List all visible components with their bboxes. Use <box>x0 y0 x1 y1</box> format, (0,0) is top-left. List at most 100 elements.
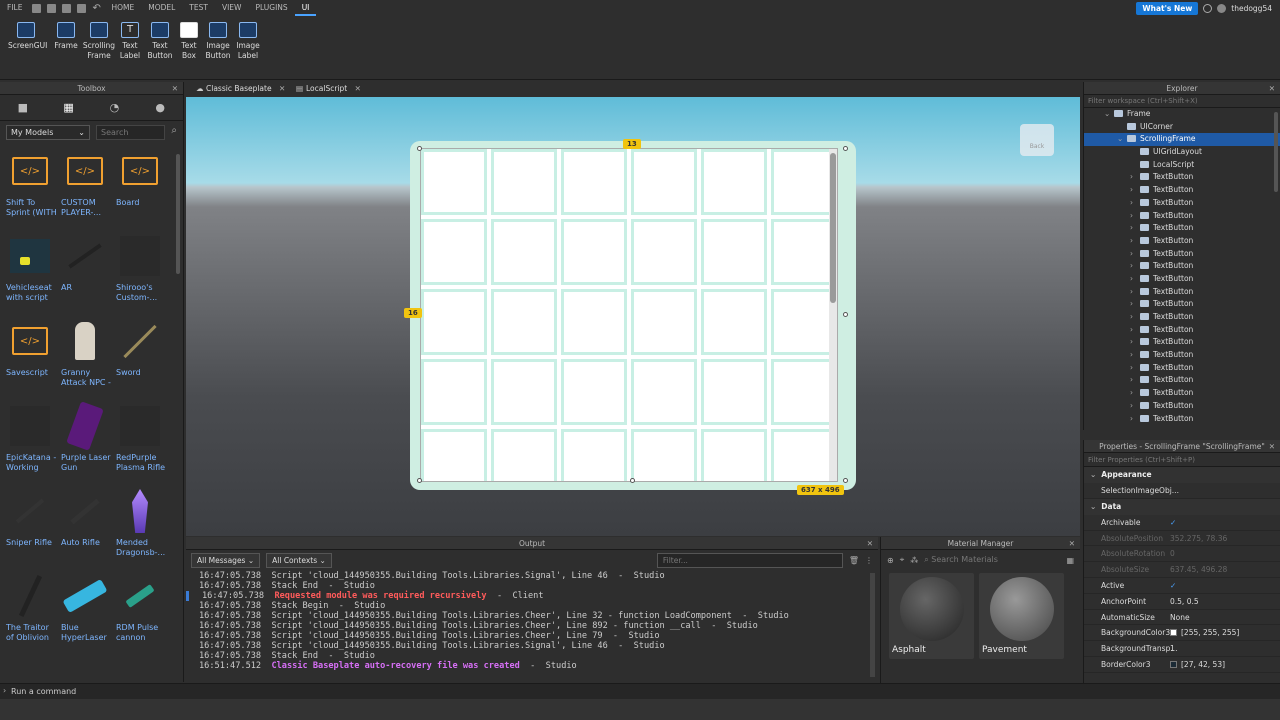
resize-handle-bl[interactable] <box>417 478 422 483</box>
property-row[interactable]: Active ✓ <box>1084 578 1280 594</box>
property-category[interactable]: ⌄ Data <box>1084 498 1280 515</box>
chevron-right-icon[interactable]: › <box>1130 336 1133 349</box>
property-value[interactable]: None <box>1170 610 1280 625</box>
save-icon[interactable] <box>62 3 72 13</box>
material-pavement[interactable]: Pavement <box>979 573 1064 659</box>
menu-test[interactable]: TEST <box>182 0 215 16</box>
property-category[interactable]: ⌄ Appearance <box>1084 467 1280 483</box>
explorer-node[interactable]: › TextButton <box>1084 349 1280 362</box>
marketplace-tab[interactable]: ▦ <box>49 98 89 118</box>
grid-text-button[interactable] <box>421 149 487 215</box>
grid-text-button[interactable] <box>771 289 837 355</box>
explorer-node[interactable]: LocalScript <box>1084 159 1280 172</box>
inventory-tab[interactable]: ■ <box>3 98 43 118</box>
grid-text-button[interactable] <box>771 359 837 425</box>
recent-tab[interactable]: ◔ <box>94 98 134 118</box>
explorer-node[interactable]: › TextButton <box>1084 362 1280 375</box>
explorer-node[interactable]: › TextButton <box>1084 387 1280 400</box>
explorer-node[interactable]: › TextButton <box>1084 184 1280 197</box>
grid-text-button[interactable] <box>631 219 697 285</box>
image-label-button[interactable]: Image Label <box>234 22 262 61</box>
chevron-right-icon[interactable]: › <box>1130 400 1133 413</box>
explorer-node[interactable]: › TextButton <box>1084 171 1280 184</box>
explorer-node[interactable]: › TextButton <box>1084 400 1280 413</box>
grid-text-button[interactable] <box>631 289 697 355</box>
chevron-right-icon[interactable]: › <box>1130 210 1133 223</box>
add-material-icon[interactable]: ⊕ <box>887 556 894 565</box>
explorer-node[interactable]: › TextButton <box>1084 311 1280 324</box>
grid-text-button[interactable] <box>561 359 627 425</box>
chevron-right-icon[interactable]: › <box>1130 374 1133 387</box>
chevron-right-icon[interactable]: › <box>1130 235 1133 248</box>
share-icon[interactable] <box>1217 3 1227 13</box>
toolbox-scrollbar[interactable] <box>176 154 180 274</box>
scrolling-frame-gui[interactable] <box>420 148 838 482</box>
toolbox-item[interactable]: </> Board <box>114 144 169 229</box>
chevron-right-icon[interactable]: › <box>1130 362 1133 375</box>
frame-button[interactable]: Frame <box>53 22 79 51</box>
grid-text-button[interactable] <box>491 429 557 481</box>
property-value[interactable]: [27, 42, 53] <box>1170 657 1280 672</box>
grid-text-button[interactable] <box>421 289 487 355</box>
chevron-right-icon[interactable]: › <box>1130 286 1133 299</box>
property-row[interactable]: BorderColor3 [27, 42, 53] <box>1084 657 1280 673</box>
explorer-node[interactable]: › TextButton <box>1084 197 1280 210</box>
pin-icon[interactable]: ⌖ <box>900 555 905 565</box>
grid-text-button[interactable] <box>491 359 557 425</box>
open-file-icon[interactable] <box>47 3 57 13</box>
publish-icon[interactable] <box>77 3 87 13</box>
property-row[interactable]: SelectionImageObj... <box>1084 483 1280 499</box>
grid-text-button[interactable] <box>631 429 697 481</box>
messages-filter-dropdown[interactable]: All Messages ⌄ <box>191 553 261 568</box>
resize-handle-tr[interactable] <box>843 146 848 151</box>
menu-view[interactable]: VIEW <box>215 0 249 16</box>
new-file-icon[interactable] <box>32 3 42 13</box>
menu-home[interactable]: HOME <box>104 0 141 16</box>
material-asphalt[interactable]: Asphalt <box>889 573 974 659</box>
property-value[interactable]: 637.45, 496.28 <box>1170 562 1280 577</box>
chevron-right-icon[interactable]: › <box>1130 197 1133 210</box>
grid-text-button[interactable] <box>491 219 557 285</box>
close-icon[interactable]: ✕ <box>172 82 178 95</box>
grid-text-button[interactable] <box>701 359 767 425</box>
grid-text-button[interactable] <box>701 429 767 481</box>
view-toggle-icon[interactable]: ▦ <box>1066 556 1074 565</box>
grid-text-button[interactable] <box>491 289 557 355</box>
toolbox-item[interactable]: Blue HyperLaser <box>59 569 114 654</box>
chevron-right-icon[interactable]: › <box>1130 298 1133 311</box>
tab-classic-baseplate[interactable]: ☁ Classic Baseplate ✕ <box>194 82 289 96</box>
menu-plugins[interactable]: PLUGINS <box>248 0 294 16</box>
chevron-right-icon[interactable]: › <box>1130 349 1133 362</box>
explorer-node[interactable]: › TextButton <box>1084 336 1280 349</box>
close-icon[interactable]: ✕ <box>1269 82 1275 95</box>
grid-text-button[interactable] <box>701 219 767 285</box>
toolbox-item[interactable]: Sword <box>114 314 169 399</box>
material-search-input[interactable]: ⌕ Search Materials <box>924 555 1060 565</box>
text-box-button[interactable]: Text Box <box>178 22 200 61</box>
explorer-node[interactable]: › TextButton <box>1084 235 1280 248</box>
resize-handle-tl[interactable] <box>417 146 422 151</box>
close-icon[interactable]: ✕ <box>1269 440 1275 453</box>
chevron-right-icon[interactable]: › <box>1130 222 1133 235</box>
grid-text-button[interactable] <box>561 289 627 355</box>
close-icon[interactable]: ✕ <box>279 84 285 93</box>
toolbox-item[interactable]: Vehicleseat with script <box>4 229 59 314</box>
close-icon[interactable]: ✕ <box>355 84 361 93</box>
explorer-node[interactable]: › TextButton <box>1084 413 1280 426</box>
property-value[interactable] <box>1170 483 1280 498</box>
property-value[interactable]: 1 <box>1170 641 1280 656</box>
explorer-node[interactable]: › TextButton <box>1084 374 1280 387</box>
menu-file[interactable]: FILE <box>0 0 29 16</box>
explorer-node[interactable]: › TextButton <box>1084 286 1280 299</box>
explorer-node[interactable]: › TextButton <box>1084 248 1280 261</box>
more-icon[interactable]: ⋮ <box>865 556 873 565</box>
toolbox-item[interactable]: EpicKatana - Working <box>4 399 59 484</box>
property-row[interactable]: AnchorPoint 0.5, 0.5 <box>1084 594 1280 610</box>
properties-filter-input[interactable]: Filter Properties (Ctrl+Shift+P) <box>1084 453 1280 467</box>
toolbox-item[interactable]: </> Shift To Sprint (WITH <box>4 144 59 229</box>
category-dropdown[interactable]: My Models ⌄ <box>6 125 90 140</box>
toolbox-item[interactable]: </> CUSTOM PLAYER-... <box>59 144 114 229</box>
screengui-button[interactable]: ScreenGUI <box>8 22 47 51</box>
chevron-right-icon[interactable]: › <box>1130 260 1133 273</box>
explorer-scrollbar[interactable] <box>1274 112 1278 192</box>
